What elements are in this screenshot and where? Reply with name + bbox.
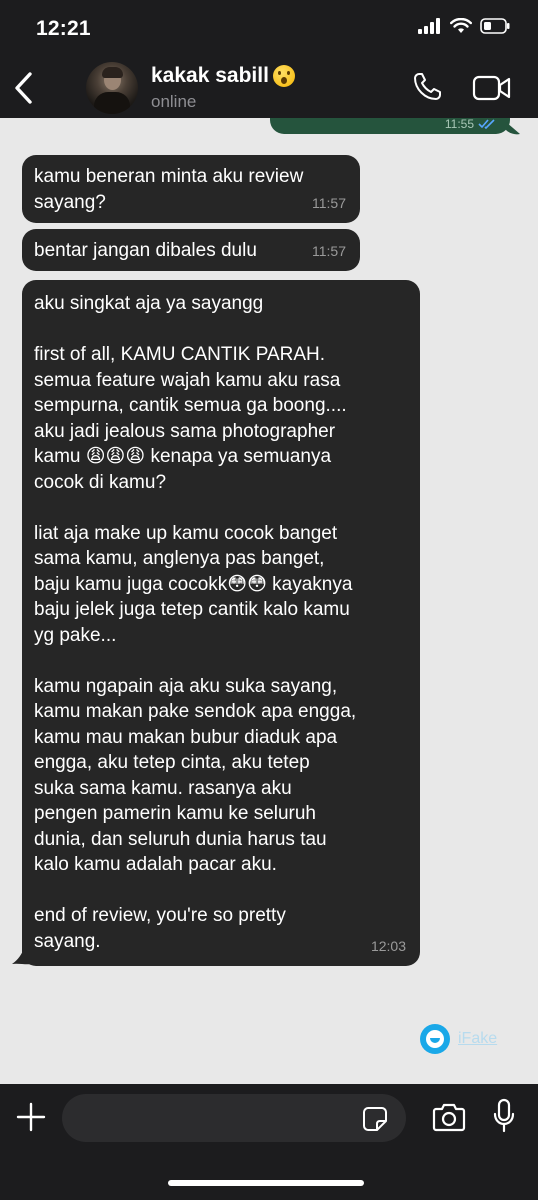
message-text: kamu beneran minta aku review sayang? xyxy=(34,166,304,213)
ifake-watermark[interactable]: iFake xyxy=(420,1024,497,1054)
watermark-text: iFake xyxy=(458,1030,498,1047)
outgoing-message-bubble[interactable]: 11:55 xyxy=(270,118,510,134)
home-indicator xyxy=(168,1180,364,1186)
video-call-icon[interactable] xyxy=(472,74,512,102)
call-icon[interactable] xyxy=(412,72,442,102)
signal-icon xyxy=(418,18,440,34)
message-text: bentar jangan dibales dulu xyxy=(34,240,257,261)
chat-nav-bar: kakak sabill online xyxy=(0,56,538,118)
contact-name-text: kakak sabill xyxy=(151,64,269,87)
message-list[interactable]: 11:55 kamu beneran minta aku review saya… xyxy=(0,118,538,1084)
back-icon[interactable] xyxy=(10,70,36,106)
incoming-bubble-tail xyxy=(12,948,32,965)
incoming-message-bubble[interactable]: bentar jangan dibales dulu 11:57 xyxy=(22,229,360,271)
contact-avatar[interactable] xyxy=(86,62,138,114)
battery-icon xyxy=(480,18,510,34)
ifake-logo-icon xyxy=(420,1024,450,1054)
plus-icon[interactable] xyxy=(16,1102,46,1132)
message-time: 11:57 xyxy=(312,194,346,211)
status-icons xyxy=(418,18,510,34)
microphone-icon[interactable] xyxy=(492,1098,516,1134)
outgoing-bubble-tail xyxy=(506,122,520,135)
status-time: 12:21 xyxy=(36,17,91,40)
camera-icon[interactable] xyxy=(432,1102,466,1132)
composer-bar xyxy=(0,1084,538,1200)
message-text: aku singkat aja ya sayangg first of all,… xyxy=(34,293,357,952)
contact-name[interactable]: kakak sabill xyxy=(151,64,295,88)
sticker-icon[interactable] xyxy=(362,1106,388,1132)
chat-header: 12:21 kakak sabill online xyxy=(0,0,538,118)
message-time: 12:03 xyxy=(370,937,406,954)
incoming-message-bubble[interactable]: aku singkat aja ya sayangg first of all,… xyxy=(22,280,420,966)
message-input[interactable] xyxy=(62,1094,406,1142)
status-bar: 12:21 xyxy=(0,0,538,56)
incoming-message-bubble[interactable]: kamu beneran minta aku review sayang? 11… xyxy=(22,155,360,223)
wifi-icon xyxy=(450,18,472,33)
message-meta: 11:55 xyxy=(445,118,496,131)
double-check-icon xyxy=(478,119,495,129)
contact-status: online xyxy=(151,92,197,111)
message-time: 11:55 xyxy=(444,118,474,131)
surprised-face-emoji-icon xyxy=(272,65,295,87)
message-time: 11:57 xyxy=(312,242,346,259)
